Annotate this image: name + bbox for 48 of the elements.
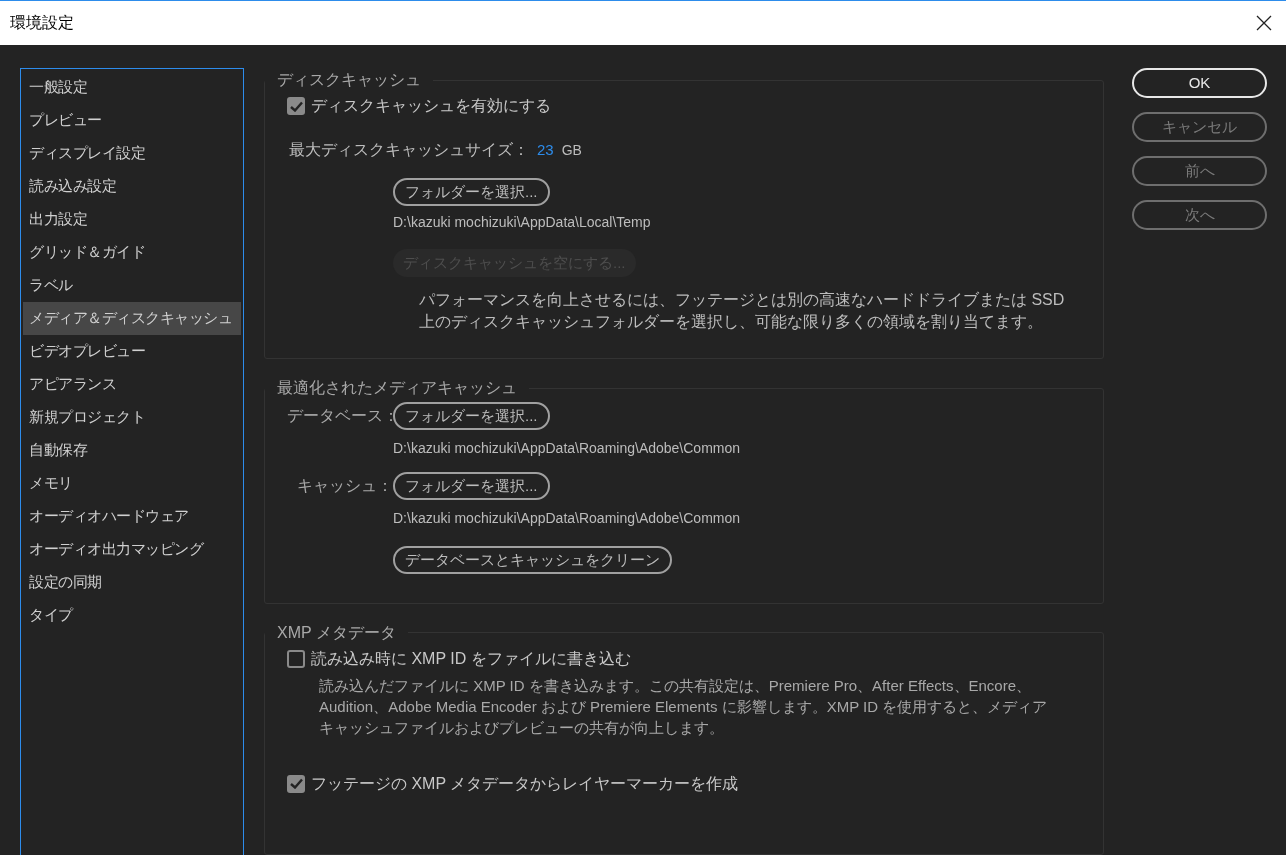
sidebar-item[interactable]: 読み込み設定 xyxy=(23,170,241,203)
sidebar-item[interactable]: タイプ xyxy=(23,599,241,632)
clean-cache-button[interactable]: データベースとキャッシュをクリーン xyxy=(393,546,672,575)
checkmark-icon xyxy=(289,778,303,790)
checkbox[interactable] xyxy=(287,774,305,793)
checkbox[interactable] xyxy=(287,649,305,668)
sidebar-item[interactable]: メディア＆ディスクキャッシュ xyxy=(23,302,241,335)
folder-path: D:\kazuki mochizuki\AppData\Roaming\Adobe\Common xyxy=(393,510,741,527)
checkbox-label: ディスクキャッシュを有効にする xyxy=(311,96,551,116)
select-folder-button[interactable]: フォルダーを選択... xyxy=(393,178,550,206)
group-title: 最適化されたメディアキャッシュ xyxy=(276,378,518,399)
sidebar-item[interactable]: 一般設定 xyxy=(23,71,241,104)
sidebar-item[interactable]: アピアランス xyxy=(23,368,241,401)
max-size-value[interactable]: 23 xyxy=(537,138,554,162)
row-label: データベース： xyxy=(287,406,393,427)
folder-path: D:\kazuki mochizuki\AppData\Local\Temp xyxy=(393,213,651,232)
close-icon[interactable] xyxy=(1256,15,1272,31)
group-title: XMP メタデータ xyxy=(276,622,397,643)
max-size-label: 最大ディスクキャッシュサイズ： xyxy=(289,140,529,160)
sidebar-item[interactable]: 新規プロジェクト xyxy=(23,401,241,434)
checkbox[interactable] xyxy=(287,97,305,115)
sidebar-item[interactable]: オーディオハードウェア xyxy=(23,500,241,533)
checkbox-label: 読み込み時に XMP ID をファイルに書き込む xyxy=(311,648,631,669)
sidebar-item[interactable]: ディスプレイ設定 xyxy=(23,137,241,170)
checkmark-icon xyxy=(289,100,303,112)
dialog-button[interactable]: 次へ xyxy=(1132,200,1267,230)
description-text: パフォーマンスを向上させるには、フッテージとは別の高速なハードドライブまたは SSD 上のディスクキャッシュフォルダーを選択し、可能な限り多くの領域を割り当てます。 xyxy=(418,290,1066,332)
dialog-button[interactable]: キャンセル xyxy=(1132,112,1267,142)
row-label: キャッシュ： xyxy=(296,476,393,497)
sidebar-item[interactable]: 出力設定 xyxy=(23,203,241,236)
window-title: 環境設定 xyxy=(10,13,74,33)
folder-path: D:\kazuki mochizuki\AppData\Roaming\Adobe\Common xyxy=(393,440,741,457)
sidebar-item[interactable]: プレビュー xyxy=(23,104,241,137)
checkbox-label: フッテージの XMP メタデータからレイヤーマーカーを作成 xyxy=(311,773,739,794)
select-folder-button[interactable]: フォルダーを選択... xyxy=(393,472,550,501)
sidebar-item[interactable]: メモリ xyxy=(23,467,241,500)
group-title: ディスクキャッシュ xyxy=(276,70,422,90)
sidebar-item[interactable]: グリッド＆ガイド xyxy=(23,236,241,269)
sidebar-item[interactable]: 設定の同期 xyxy=(23,566,241,599)
sidebar-item[interactable]: ラベル xyxy=(23,269,241,302)
sidebar-item[interactable]: オーディオ出力マッピング xyxy=(23,533,241,566)
max-size-unit: GB xyxy=(561,140,582,160)
select-folder-button[interactable]: フォルダーを選択... xyxy=(393,402,550,431)
sidebar-item[interactable]: ビデオプレビュー xyxy=(23,335,241,368)
dialog-button[interactable]: 前へ xyxy=(1132,156,1267,186)
sidebar-item[interactable]: 自動保存 xyxy=(23,434,241,467)
dialog-button[interactable]: OK xyxy=(1132,68,1267,98)
description-text: 読み込んだファイルに XMP ID を書き込みます。この共有設定は、Premiere Pro、After Effects、Encore、Audition、Adobe Media Encoder および Premiere Elements に影響します。XMP ID を使用すると、メディアキャッシュファイルおよびプレビューの共有が向上します。 xyxy=(319,675,1049,738)
